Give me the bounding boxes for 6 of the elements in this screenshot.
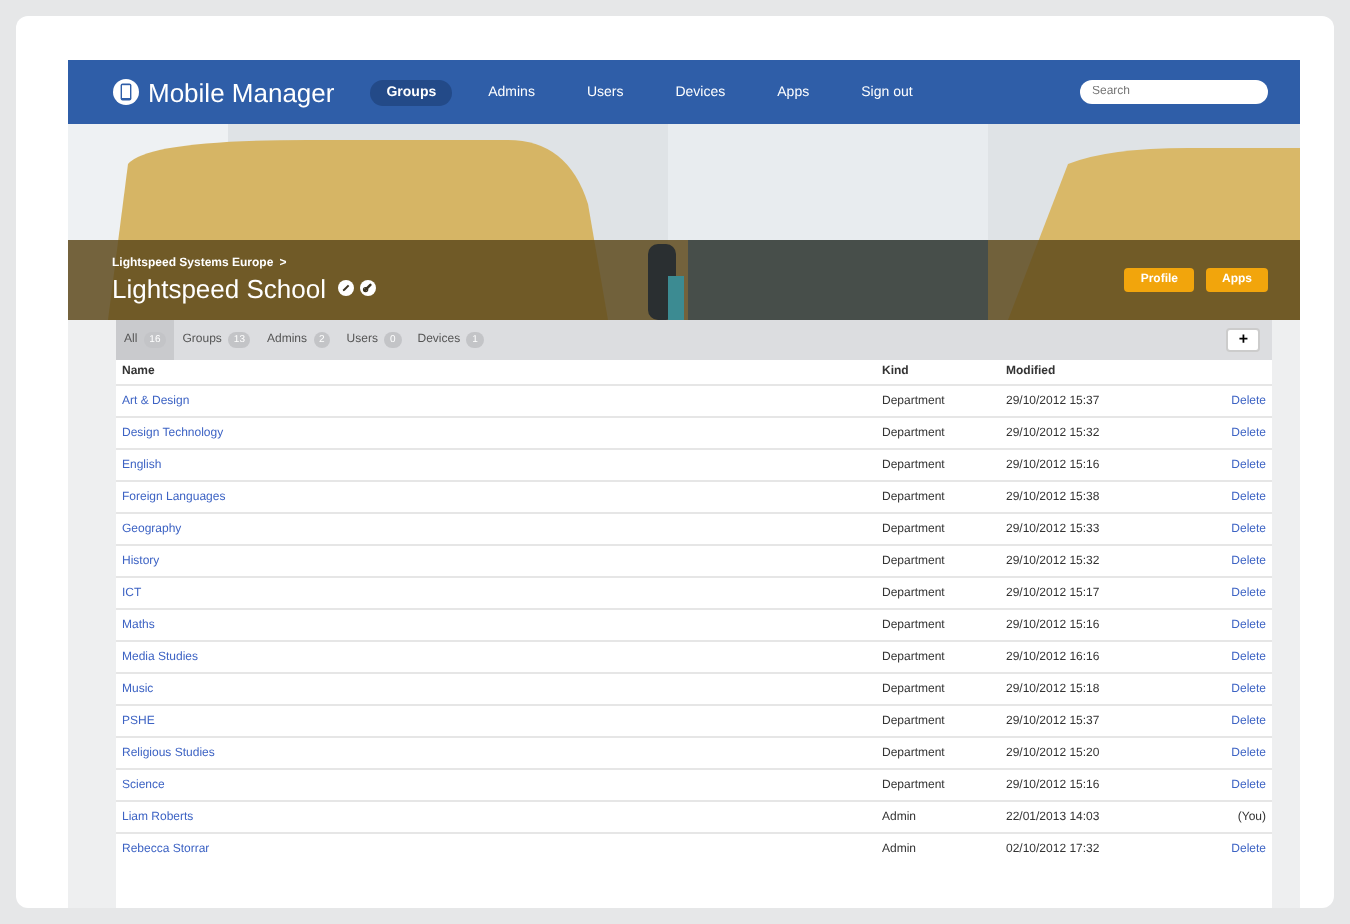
add-button[interactable]: + [1226, 328, 1260, 352]
edit-icon[interactable] [337, 280, 354, 296]
app-title: Mobile Manager [148, 77, 335, 107]
school-title: Lightspeed School [112, 273, 326, 303]
link-icon[interactable] [359, 280, 376, 296]
phone-logo-icon [112, 78, 140, 106]
